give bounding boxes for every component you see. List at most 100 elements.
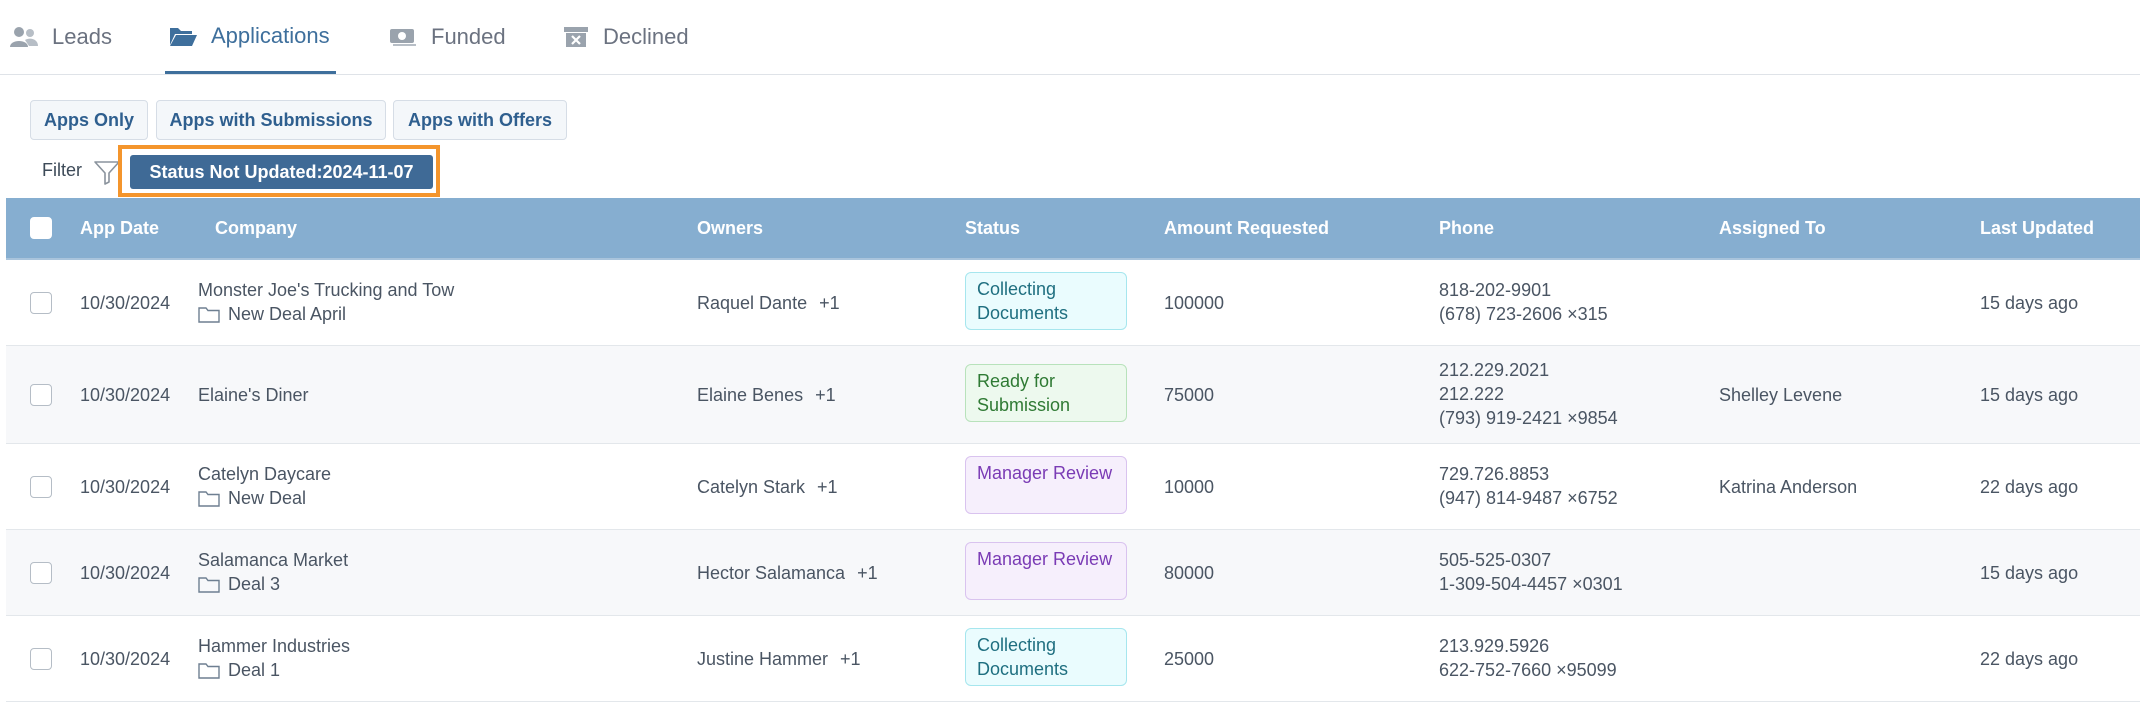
last-updated: 15 days ago bbox=[1980, 385, 2079, 405]
owner-name[interactable]: Hector Salamanca bbox=[697, 563, 845, 583]
column-assigned-to[interactable]: Assigned To bbox=[1719, 198, 1826, 258]
folder-open-icon bbox=[170, 27, 197, 46]
row-checkbox[interactable] bbox=[30, 384, 52, 406]
deal[interactable]: Deal 1 bbox=[198, 658, 350, 682]
deal[interactable]: New Deal April bbox=[198, 302, 454, 326]
folder-icon bbox=[198, 662, 220, 679]
phone-number: 212.222 bbox=[1439, 384, 1505, 404]
company-cell: Hammer Industries Deal 1 bbox=[198, 634, 350, 682]
owners-cell: Catelyn Stark +1 bbox=[697, 475, 838, 499]
phone-number: (947) 814-9487 ×6752 bbox=[1439, 488, 1618, 508]
app-date: 10/30/2024 bbox=[80, 293, 171, 313]
money-icon bbox=[390, 29, 416, 46]
status-badge[interactable]: Collecting Documents bbox=[965, 628, 1127, 686]
phone-number: 729.726.8853 bbox=[1439, 464, 1550, 484]
active-filter-chip[interactable]: Status Not Updated:2024-11-07 bbox=[130, 155, 433, 189]
row-checkbox[interactable] bbox=[30, 648, 52, 670]
amount-requested: 75000 bbox=[1164, 385, 1215, 405]
owner-extra-count[interactable]: +1 bbox=[819, 293, 840, 313]
phone-number: 505-525-0307 bbox=[1439, 550, 1552, 570]
owner-name[interactable]: Elaine Benes bbox=[697, 385, 803, 405]
status-badge[interactable]: Manager Review bbox=[965, 542, 1127, 600]
table-row[interactable]: 10/30/2024 Catelyn Daycare New Deal Cate… bbox=[6, 444, 2140, 530]
phone-number: (678) 723-2606 ×315 bbox=[1439, 304, 1608, 324]
status-badge[interactable]: Manager Review bbox=[965, 456, 1127, 514]
status-badge[interactable]: Collecting Documents bbox=[965, 272, 1127, 330]
tab-leads[interactable]: Leads bbox=[10, 0, 112, 74]
company-name[interactable]: Elaine's Diner bbox=[198, 383, 309, 407]
deal[interactable]: New Deal bbox=[198, 486, 331, 510]
status-badge[interactable]: Ready for Submission bbox=[965, 364, 1127, 422]
company-cell: Salamanca Market Deal 3 bbox=[198, 548, 348, 596]
deal[interactable]: Deal 3 bbox=[198, 572, 348, 596]
deal-name: New Deal April bbox=[228, 304, 347, 324]
tab-funded[interactable]: Funded bbox=[389, 0, 506, 74]
column-company[interactable]: Company bbox=[215, 198, 297, 258]
amount-requested: 80000 bbox=[1164, 563, 1215, 583]
phone-number: 818-202-9901 bbox=[1439, 280, 1552, 300]
company-name[interactable]: Hammer Industries bbox=[198, 634, 350, 658]
column-app-date[interactable]: App Date bbox=[80, 198, 159, 258]
folder-icon bbox=[198, 306, 220, 323]
phone-number: 622-752-7660 ×95099 bbox=[1439, 660, 1617, 680]
select-all-checkbox[interactable] bbox=[30, 217, 52, 239]
row-checkbox[interactable] bbox=[30, 562, 52, 584]
column-phone[interactable]: Phone bbox=[1439, 198, 1494, 258]
column-last-updated[interactable]: Last Updated bbox=[1980, 198, 2094, 258]
last-updated: 22 days ago bbox=[1980, 649, 2079, 669]
filter-icon[interactable] bbox=[93, 160, 121, 186]
phone-cell: 729.726.8853 (947) 814-9487 ×6752 bbox=[1439, 462, 1618, 510]
amount-requested: 100000 bbox=[1164, 293, 1225, 313]
table-row[interactable]: 10/30/2024 Hammer Industries Deal 1 Just… bbox=[6, 616, 2140, 702]
assigned-to: Katrina Anderson bbox=[1719, 477, 1858, 497]
table-row[interactable]: 10/30/2024 Elaine's Diner Elaine Benes +1… bbox=[6, 346, 2140, 444]
owner-extra-count[interactable]: +1 bbox=[815, 385, 836, 405]
tab-leads-label: Leads bbox=[52, 24, 112, 49]
phone-cell: 212.229.2021 212.222 (793) 919-2421 ×985… bbox=[1439, 358, 1618, 430]
phone-cell: 818-202-9901 (678) 723-2606 ×315 bbox=[1439, 278, 1608, 326]
tab-funded-label: Funded bbox=[431, 24, 506, 49]
app-date: 10/30/2024 bbox=[80, 385, 171, 405]
last-updated: 22 days ago bbox=[1980, 477, 2079, 497]
tab-applications[interactable]: Applications bbox=[165, 0, 336, 74]
owner-name[interactable]: Raquel Dante bbox=[697, 293, 807, 313]
phone-cell: 505-525-0307 1-309-504-4457 ×0301 bbox=[1439, 548, 1623, 596]
company-cell: Monster Joe's Trucking and Tow New Deal … bbox=[198, 278, 454, 326]
tab-bar: Leads Applications Funded Declined bbox=[0, 0, 2140, 75]
owner-extra-count[interactable]: +1 bbox=[857, 563, 878, 583]
owner-extra-count[interactable]: +1 bbox=[817, 477, 838, 497]
company-name[interactable]: Salamanca Market bbox=[198, 548, 348, 572]
column-amount-requested[interactable]: Amount Requested bbox=[1164, 198, 1329, 258]
owner-extra-count[interactable]: +1 bbox=[840, 649, 861, 669]
owner-name[interactable]: Catelyn Stark bbox=[697, 477, 805, 497]
owners-cell: Hector Salamanca +1 bbox=[697, 561, 878, 585]
app-date: 10/30/2024 bbox=[80, 649, 171, 669]
last-updated: 15 days ago bbox=[1980, 293, 2079, 313]
table-row[interactable]: 10/30/2024 Monster Joe's Trucking and To… bbox=[6, 260, 2140, 346]
owners-cell: Elaine Benes +1 bbox=[697, 383, 836, 407]
amount-requested: 25000 bbox=[1164, 649, 1215, 669]
folder-icon bbox=[198, 490, 220, 507]
app-date: 10/30/2024 bbox=[80, 477, 171, 497]
tab-declined-label: Declined bbox=[603, 24, 689, 49]
company-name[interactable]: Monster Joe's Trucking and Tow bbox=[198, 278, 454, 302]
column-owners[interactable]: Owners bbox=[697, 198, 763, 258]
table-row[interactable]: 10/30/2024 Salamanca Market Deal 3 Hecto… bbox=[6, 530, 2140, 616]
row-checkbox[interactable] bbox=[30, 476, 52, 498]
owners-cell: Raquel Dante +1 bbox=[697, 291, 840, 315]
phone-number: 213.929.5926 bbox=[1439, 636, 1550, 656]
amount-requested: 10000 bbox=[1164, 477, 1215, 497]
owner-name[interactable]: Justine Hammer bbox=[697, 649, 828, 669]
apps-only-button[interactable]: Apps Only bbox=[30, 100, 148, 140]
column-status[interactable]: Status bbox=[965, 198, 1020, 258]
owners-cell: Justine Hammer +1 bbox=[697, 647, 861, 671]
apps-with-submissions-button[interactable]: Apps with Submissions bbox=[156, 100, 386, 140]
phone-number: 212.229.2021 bbox=[1439, 360, 1550, 380]
row-checkbox[interactable] bbox=[30, 292, 52, 314]
company-name[interactable]: Catelyn Daycare bbox=[198, 462, 331, 486]
tab-declined[interactable]: Declined bbox=[563, 0, 689, 74]
apps-with-offers-button[interactable]: Apps with Offers bbox=[393, 100, 567, 140]
phone-number: (793) 919-2421 ×9854 bbox=[1439, 408, 1618, 428]
users-icon bbox=[10, 27, 38, 47]
table-header: App Date Company Owners Status Amount Re… bbox=[6, 198, 2140, 260]
